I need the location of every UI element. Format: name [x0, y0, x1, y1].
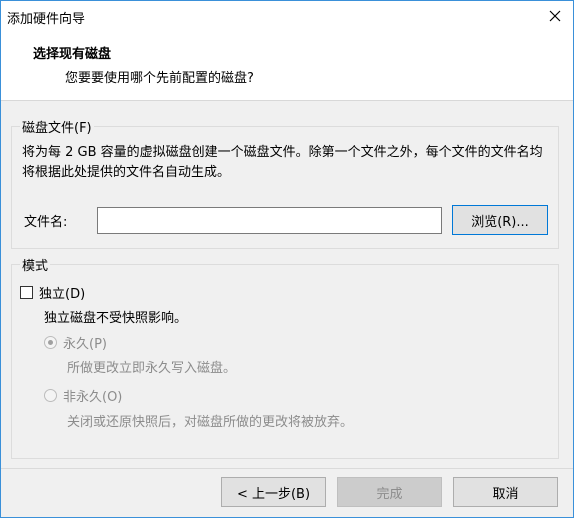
persistent-label: 永久(P): [63, 337, 107, 352]
close-icon: [549, 10, 561, 22]
page-title: 选择现有磁盘: [33, 47, 112, 62]
title-bar: 添加硬件向导: [1, 1, 573, 31]
independent-label: 独立(D): [39, 287, 86, 302]
persistent-radio-row[interactable]: 永久(P): [44, 333, 107, 352]
filename-label: 文件名:: [24, 215, 68, 230]
footer-divider: [1, 468, 573, 469]
nonpersistent-radio[interactable]: [44, 389, 57, 402]
disk-file-group-label: 磁盘文件(F): [20, 117, 94, 136]
independent-checkbox-row[interactable]: 独立(D): [20, 283, 85, 302]
page-subtitle: 您要要使用哪个先前配置的磁盘?: [65, 71, 254, 86]
mode-group-label: 模式: [20, 255, 51, 274]
nonpersistent-radio-row[interactable]: 非永久(O): [44, 386, 122, 405]
filename-input[interactable]: [97, 207, 442, 234]
independent-description: 独立磁盘不受快照影响。: [44, 311, 188, 326]
persistent-radio[interactable]: [44, 336, 57, 349]
cancel-button[interactable]: 取消: [453, 477, 558, 507]
wizard-header: 选择现有磁盘 您要要使用哪个先前配置的磁盘?: [1, 31, 573, 101]
mode-group: 模式 独立(D) 独立磁盘不受快照影响。 永久(P) 所做更改立即永久写入磁盘。…: [11, 255, 559, 459]
independent-checkbox[interactable]: [20, 286, 33, 299]
finish-button[interactable]: 完成: [337, 477, 442, 507]
back-button[interactable]: < 上一步(B): [221, 477, 326, 507]
add-hardware-wizard-window: 添加硬件向导 选择现有磁盘 您要要使用哪个先前配置的磁盘? 磁盘文件(F) 将为…: [0, 0, 574, 518]
disk-file-group: 磁盘文件(F) 将为每 2 GB 容量的虚拟磁盘创建一个磁盘文件。除第一个文件之…: [11, 117, 559, 249]
nonpersistent-description: 关闭或还原快照后，对磁盘所做的更改将被放弃。: [67, 415, 354, 430]
window-title: 添加硬件向导: [7, 12, 86, 27]
disk-file-description: 将为每 2 GB 容量的虚拟磁盘创建一个磁盘文件。除第一个文件之外，每个文件的文…: [22, 145, 543, 180]
close-button[interactable]: [541, 2, 569, 30]
nonpersistent-label: 非永久(O): [63, 390, 123, 405]
browse-button[interactable]: 浏览(R)...: [452, 205, 548, 235]
persistent-description: 所做更改立即永久写入磁盘。: [67, 361, 237, 376]
